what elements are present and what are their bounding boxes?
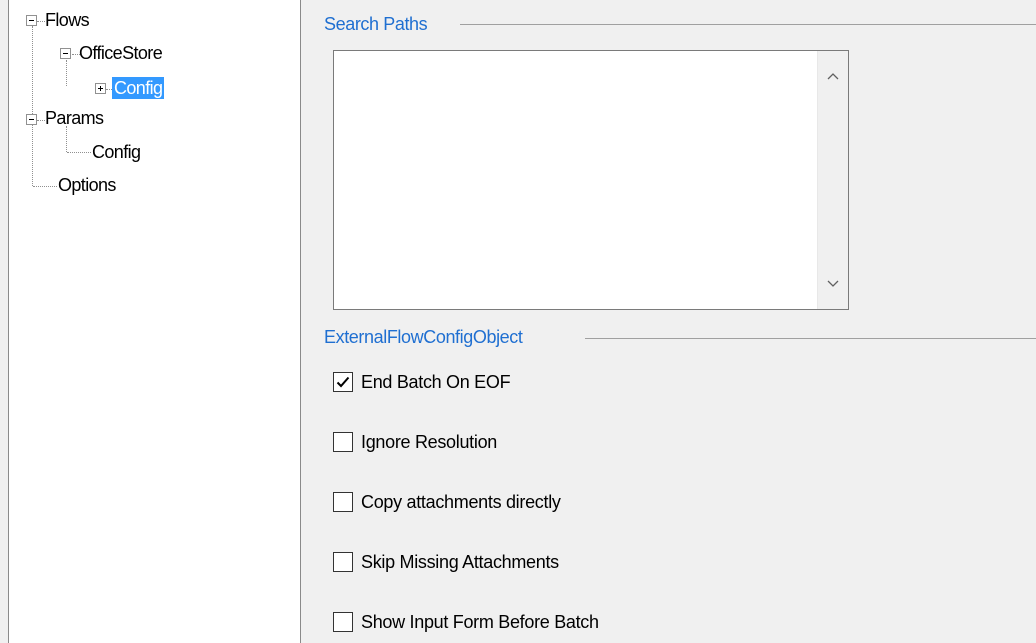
- scroll-down-icon[interactable]: [818, 270, 848, 298]
- splitter[interactable]: [301, 0, 315, 643]
- tree-view[interactable]: Flows OfficeStore Config Params Config O…: [8, 0, 301, 643]
- expand-icon[interactable]: [95, 83, 106, 94]
- tree-connector: [67, 152, 91, 153]
- search-paths-list[interactable]: [333, 50, 849, 310]
- tree-node-config-selected[interactable]: Config: [112, 77, 165, 99]
- group-border: [460, 24, 1036, 25]
- collapse-icon[interactable]: [26, 114, 37, 125]
- option-skip-missing-attachments[interactable]: Skip Missing Attachments: [333, 549, 559, 575]
- vertical-scrollbar[interactable]: [817, 51, 848, 309]
- tree-connector: [66, 126, 67, 152]
- scroll-up-icon[interactable]: [818, 62, 848, 90]
- checkmark-icon: [336, 376, 350, 388]
- option-label: End Batch On EOF: [361, 371, 511, 392]
- tree-node-options[interactable]: Options: [56, 174, 118, 196]
- tree-connector: [32, 26, 33, 186]
- option-label: Show Input Form Before Batch: [361, 611, 599, 632]
- checkbox[interactable]: [333, 492, 353, 512]
- checkbox[interactable]: [333, 372, 353, 392]
- tree-node-officestore[interactable]: OfficeStore: [77, 42, 164, 64]
- option-show-input-form-before-batch[interactable]: Show Input Form Before Batch: [333, 609, 599, 635]
- checkbox[interactable]: [333, 552, 353, 572]
- option-ignore-resolution[interactable]: Ignore Resolution: [333, 429, 497, 455]
- collapse-icon[interactable]: [60, 48, 71, 59]
- group-border: [585, 338, 1036, 339]
- option-label: Copy attachments directly: [361, 491, 561, 512]
- search-paths-title: Search Paths: [324, 13, 432, 35]
- config-group-title: ExternalFlowConfigObject: [324, 326, 527, 348]
- collapse-icon[interactable]: [26, 15, 37, 26]
- tree-node-params-config[interactable]: Config: [90, 141, 142, 163]
- checkbox[interactable]: [333, 612, 353, 632]
- option-label: Ignore Resolution: [361, 431, 497, 452]
- tree-connector: [66, 60, 67, 86]
- option-label: Skip Missing Attachments: [361, 551, 559, 572]
- option-copy-attachments-directly[interactable]: Copy attachments directly: [333, 489, 561, 515]
- tree-node-params[interactable]: Params: [43, 107, 105, 129]
- tree-connector: [33, 186, 57, 187]
- tree-node-flows[interactable]: Flows: [43, 9, 91, 31]
- option-end-batch-on-eof[interactable]: End Batch On EOF: [333, 369, 511, 395]
- checkbox[interactable]: [333, 432, 353, 452]
